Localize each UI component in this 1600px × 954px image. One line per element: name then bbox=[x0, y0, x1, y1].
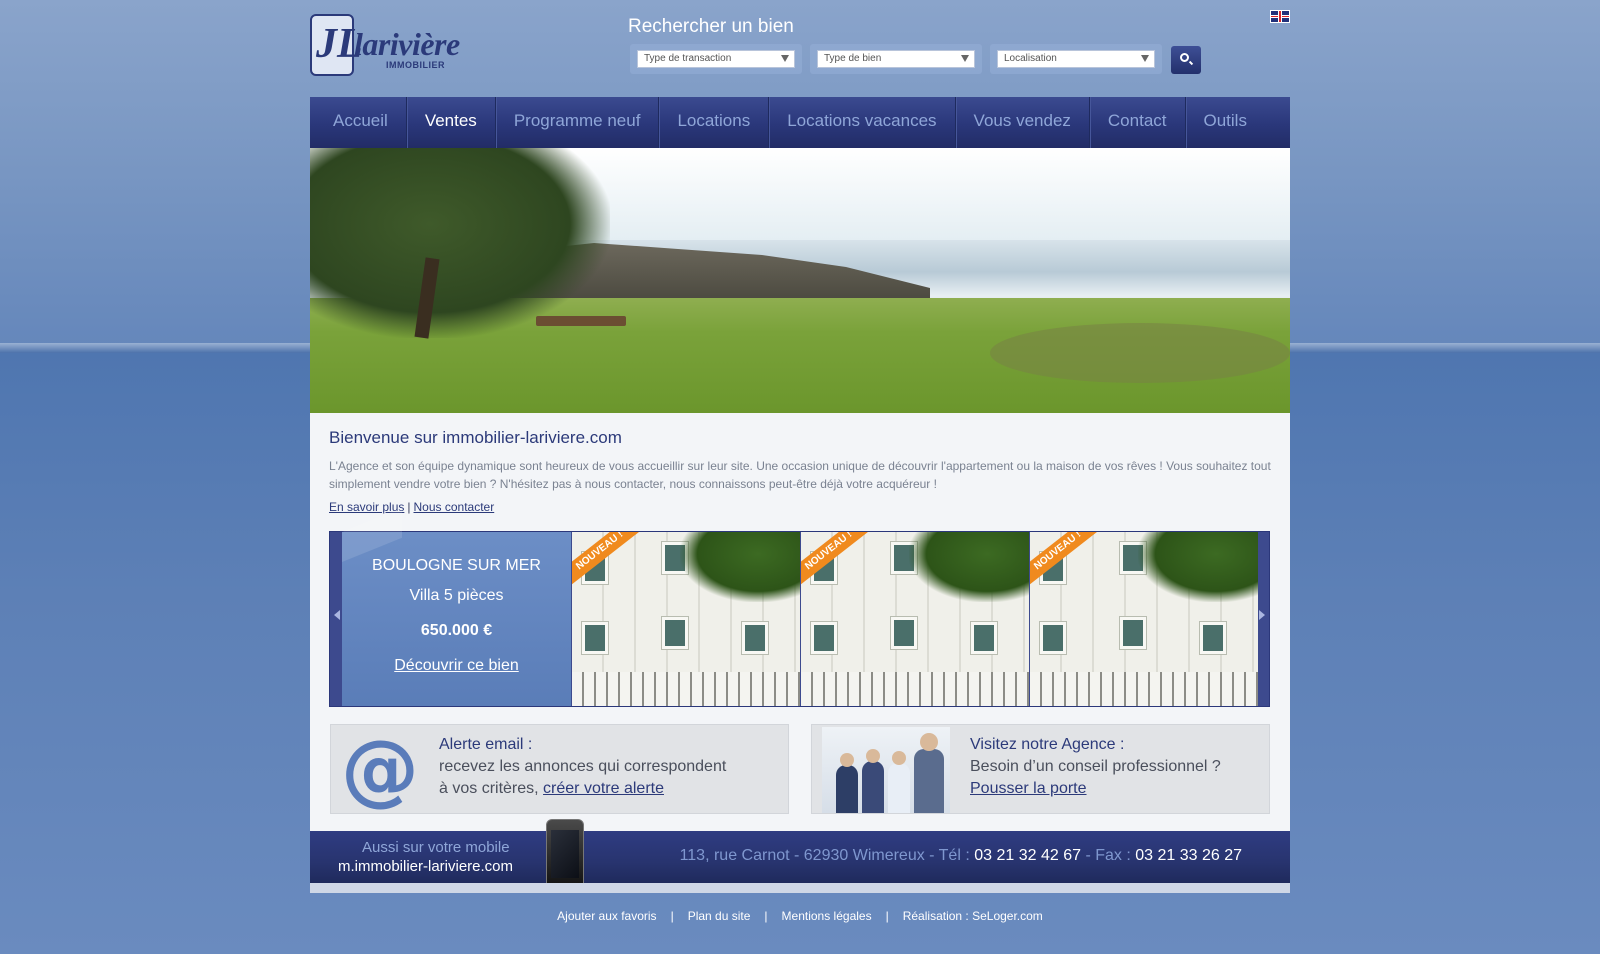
visit-agency-link[interactable]: Pousser la porte bbox=[970, 780, 1087, 797]
featured-price: 650.000 € bbox=[420, 622, 493, 639]
mobile-site-link[interactable]: m.immobilier-lariviere.com bbox=[338, 858, 513, 875]
alert-line2: à vos critères, créer votre alerte bbox=[439, 780, 664, 797]
logo-name: larivière bbox=[354, 26, 460, 62]
nav-locations[interactable]: Locations bbox=[659, 97, 770, 148]
footer-link-realisation[interactable]: Réalisation : SeLoger.com bbox=[903, 909, 1043, 923]
transaction-type-select[interactable]: Type de transaction bbox=[637, 50, 795, 68]
property-thumbnail-1[interactable]: NOUVEAU ! bbox=[571, 532, 800, 706]
logo-subtitle: IMMOBILIER bbox=[386, 60, 445, 70]
nav-ventes[interactable]: Ventes bbox=[407, 97, 496, 148]
smartphone-icon bbox=[546, 819, 584, 889]
property-thumbnail-2[interactable]: NOUVEAU ! bbox=[800, 532, 1029, 706]
mobile-label: Aussi sur votre mobile bbox=[362, 839, 510, 856]
visit-agency-box: Visitez notre Agence : Besoin d’un conse… bbox=[811, 724, 1270, 814]
nav-contact[interactable]: Contact bbox=[1090, 97, 1186, 148]
location-select-box: Localisation bbox=[990, 44, 1162, 74]
nav-locations-vacances[interactable]: Locations vacances bbox=[769, 97, 956, 148]
nav-vous-vendez[interactable]: Vous vendez bbox=[956, 97, 1090, 148]
link-nous-contacter[interactable]: Nous contacter bbox=[414, 500, 495, 514]
welcome-links: En savoir plus | Nous contacter bbox=[329, 500, 494, 514]
phone-number: 03 21 32 42 67 bbox=[974, 847, 1081, 864]
alert-line1: recevez les annonces qui correspondent bbox=[439, 758, 727, 775]
agency-link-row: Pousser la porte bbox=[970, 780, 1087, 798]
fax-number: 03 21 33 26 27 bbox=[1135, 847, 1242, 864]
at-icon: @ bbox=[341, 725, 419, 815]
main-nav: Accueil Ventes Programme neuf Locations … bbox=[310, 97, 1290, 148]
alert-title: Alerte email : bbox=[439, 736, 533, 753]
footer-bar: Aussi sur votre mobile m.immobilier-lari… bbox=[310, 819, 1290, 889]
email-alert-box: @ Alerte email : recevez les annonces qu… bbox=[330, 724, 789, 814]
chevron-down-icon bbox=[1141, 55, 1149, 62]
property-carousel: BOULOGNE SUR MER Villa 5 pièces 650.000 … bbox=[329, 507, 1270, 707]
nav-accueil[interactable]: Accueil bbox=[315, 97, 407, 148]
property-type-select[interactable]: Type de bien bbox=[817, 50, 975, 68]
footer-strip bbox=[310, 883, 1290, 893]
footer-link-mentions-legales[interactable]: Mentions légales bbox=[782, 909, 872, 923]
link-separator: | bbox=[407, 500, 411, 514]
content-panel: Bienvenue sur immobilier-lariviere.com L… bbox=[310, 413, 1290, 831]
agency-team-photo bbox=[822, 727, 950, 813]
property-type-select-box: Type de bien bbox=[810, 44, 982, 74]
chevron-down-icon bbox=[781, 55, 789, 62]
agency-line1: Besoin d’un conseil professionnel ? bbox=[970, 758, 1221, 775]
footer-link-plan-du-site[interactable]: Plan du site bbox=[688, 909, 751, 923]
welcome-title: Bienvenue sur immobilier-lariviere.com bbox=[329, 428, 622, 447]
search-title: Rechercher un bien bbox=[628, 16, 794, 37]
chevron-down-icon bbox=[961, 55, 969, 62]
featured-property: BOULOGNE SUR MER Villa 5 pièces 650.000 … bbox=[342, 507, 571, 706]
transaction-select-box: Type de transaction bbox=[630, 44, 802, 74]
featured-cta-link[interactable]: Découvrir ce bien bbox=[342, 657, 571, 675]
welcome-text: L'Agence et son équipe dynamique sont he… bbox=[329, 459, 1271, 491]
carousel-prev-arrow[interactable] bbox=[334, 610, 340, 620]
site-logo[interactable]: JL larivière IMMOBILIER bbox=[310, 14, 460, 78]
footer-links: Ajouter aux favoris | Plan du site | Mention… bbox=[557, 909, 1043, 923]
search-icon bbox=[1180, 53, 1189, 62]
location-select[interactable]: Localisation bbox=[997, 50, 1155, 68]
hero-banner-image bbox=[310, 148, 1290, 413]
carousel-next-arrow[interactable] bbox=[1259, 610, 1265, 620]
featured-type: Villa 5 pièces bbox=[409, 587, 504, 604]
property-thumbnail-3[interactable]: NOUVEAU ! bbox=[1029, 532, 1258, 706]
featured-city: BOULOGNE SUR MER bbox=[372, 557, 541, 574]
logo-monogram: JL bbox=[310, 14, 363, 76]
agency-title: Visitez notre Agence : bbox=[970, 736, 1125, 753]
search-button[interactable] bbox=[1171, 46, 1201, 74]
create-alert-link[interactable]: créer votre alerte bbox=[543, 780, 664, 797]
nav-programme-neuf[interactable]: Programme neuf bbox=[496, 97, 660, 148]
uk-flag-icon[interactable] bbox=[1270, 10, 1290, 23]
nav-outils[interactable]: Outils bbox=[1186, 97, 1265, 148]
agency-address: 113, rue Carnot - 62930 Wimereux - Tél :… bbox=[679, 847, 1242, 864]
footer-link-favoris[interactable]: Ajouter aux favoris bbox=[557, 909, 656, 923]
